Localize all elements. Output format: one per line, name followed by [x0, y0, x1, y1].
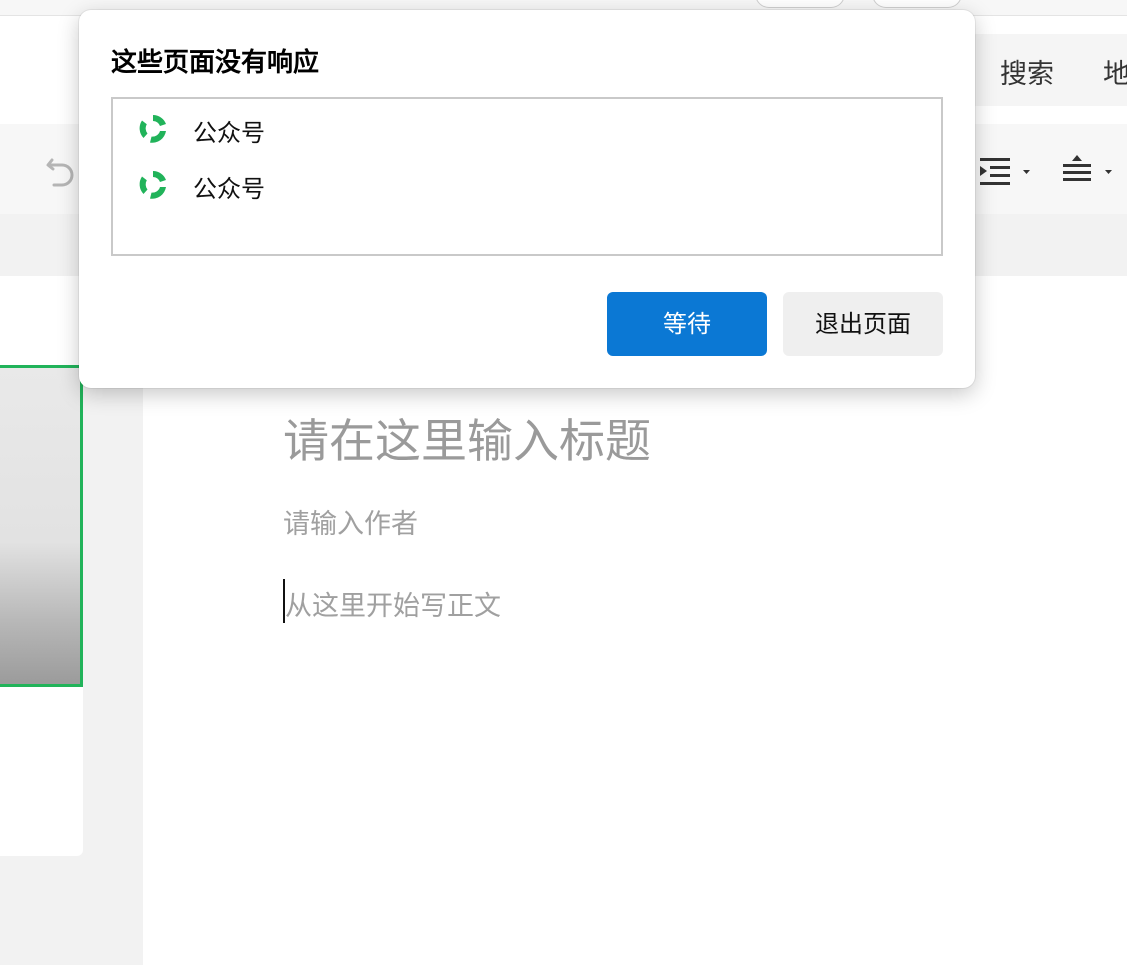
wait-button[interactable]: 等待: [607, 292, 767, 356]
page-name: 公众号: [193, 119, 265, 147]
page-name: 公众号: [193, 175, 265, 203]
page: 搜索 地 请在这里输入标题 请输入作者 从这里开始写正文 这些页面没有响应 公众…: [0, 0, 1127, 965]
title-input[interactable]: 请在这里输入标题: [283, 405, 651, 471]
unresponsive-pages-dialog: 这些页面没有响应 公众号 公众号 等待 退出页面: [79, 10, 975, 388]
text-caret: [283, 579, 285, 623]
line-height-icon[interactable]: [1058, 152, 1118, 190]
exit-page-button[interactable]: 退出页面: [783, 292, 943, 356]
unresponsive-page-list: 公众号 公众号: [111, 97, 943, 256]
wechat-official-icon: [139, 171, 166, 199]
list-item[interactable]: 公众号: [135, 165, 535, 205]
wechat-official-icon: [139, 115, 166, 143]
list-item[interactable]: 公众号: [135, 109, 535, 149]
browser-tab[interactable]: [755, 0, 845, 8]
dialog-title: 这些页面没有响应: [111, 48, 320, 78]
indent-icon[interactable]: [978, 152, 1034, 190]
undo-icon[interactable]: [44, 148, 78, 188]
body-input[interactable]: 从这里开始写正文: [285, 584, 501, 623]
search-link[interactable]: 搜索: [1000, 52, 1054, 91]
browser-tab[interactable]: [872, 0, 962, 8]
article-cover-thumbnail[interactable]: [0, 365, 83, 687]
map-link[interactable]: 地: [1103, 52, 1127, 91]
author-input[interactable]: 请输入作者: [283, 502, 418, 541]
